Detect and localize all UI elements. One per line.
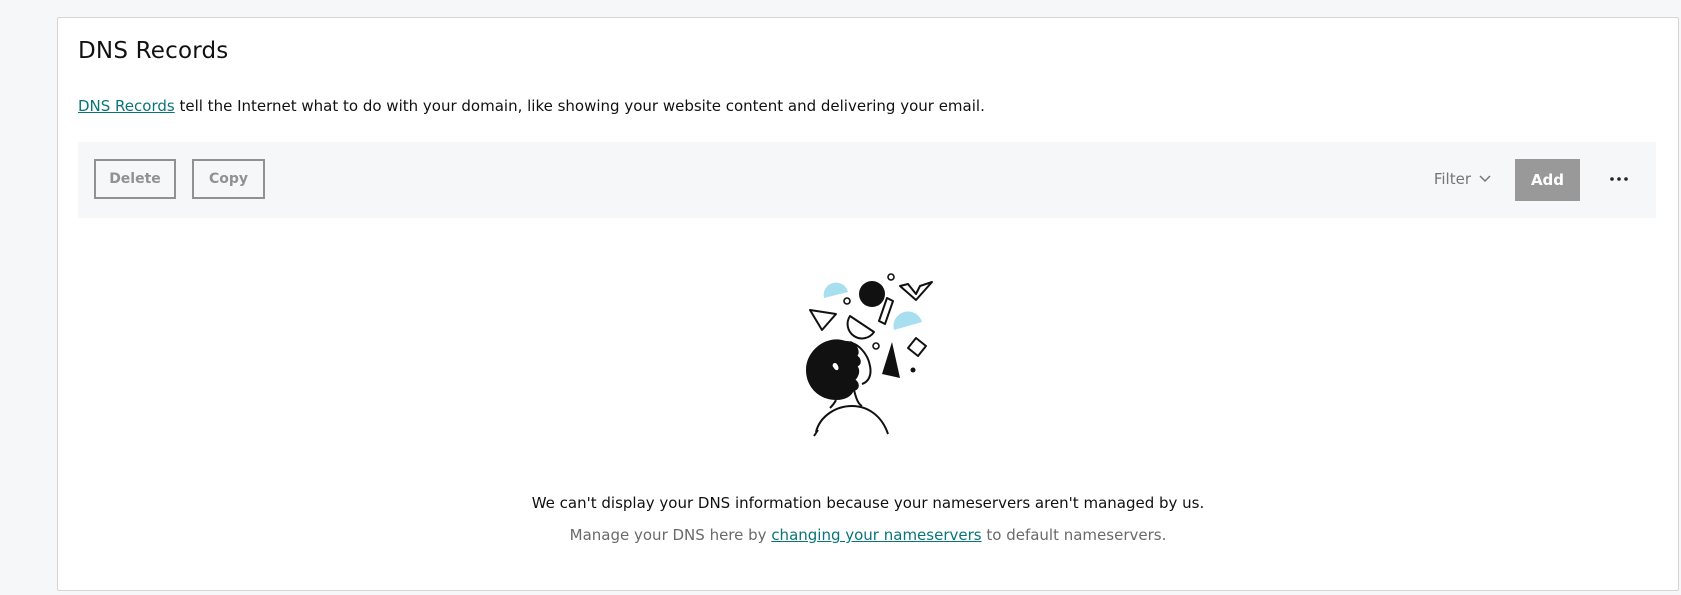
change-nameservers-link[interactable]: changing your nameservers: [771, 526, 981, 544]
records-toolbar: Delete Copy Filter Add: [78, 142, 1656, 218]
dns-records-card: DNS Records DNS Records tell the Interne…: [57, 17, 1679, 591]
chevron-down-icon: [1479, 175, 1491, 183]
empty-state-subtext: Manage your DNS here by changing your na…: [58, 526, 1678, 544]
empty-state-message: We can't display your DNS information be…: [531, 494, 1205, 512]
filter-dropdown[interactable]: Filter: [1434, 159, 1491, 199]
delete-button[interactable]: Delete: [94, 159, 176, 199]
intro-text: DNS Records tell the Internet what to do…: [78, 97, 985, 115]
more-horizontal-icon[interactable]: [1604, 159, 1634, 199]
copy-button[interactable]: Copy: [192, 159, 265, 199]
subtext-suffix: to default nameservers.: [981, 526, 1167, 544]
subtext-prefix: Manage your DNS here by: [569, 526, 772, 544]
filter-label: Filter: [1433, 170, 1471, 188]
dns-records-link[interactable]: DNS Records: [78, 97, 175, 115]
add-button[interactable]: Add: [1515, 159, 1580, 201]
intro-description: tell the Internet what to do with your d…: [174, 97, 985, 115]
page-title: DNS Records: [78, 38, 229, 64]
empty-state-illustration: [796, 270, 936, 440]
